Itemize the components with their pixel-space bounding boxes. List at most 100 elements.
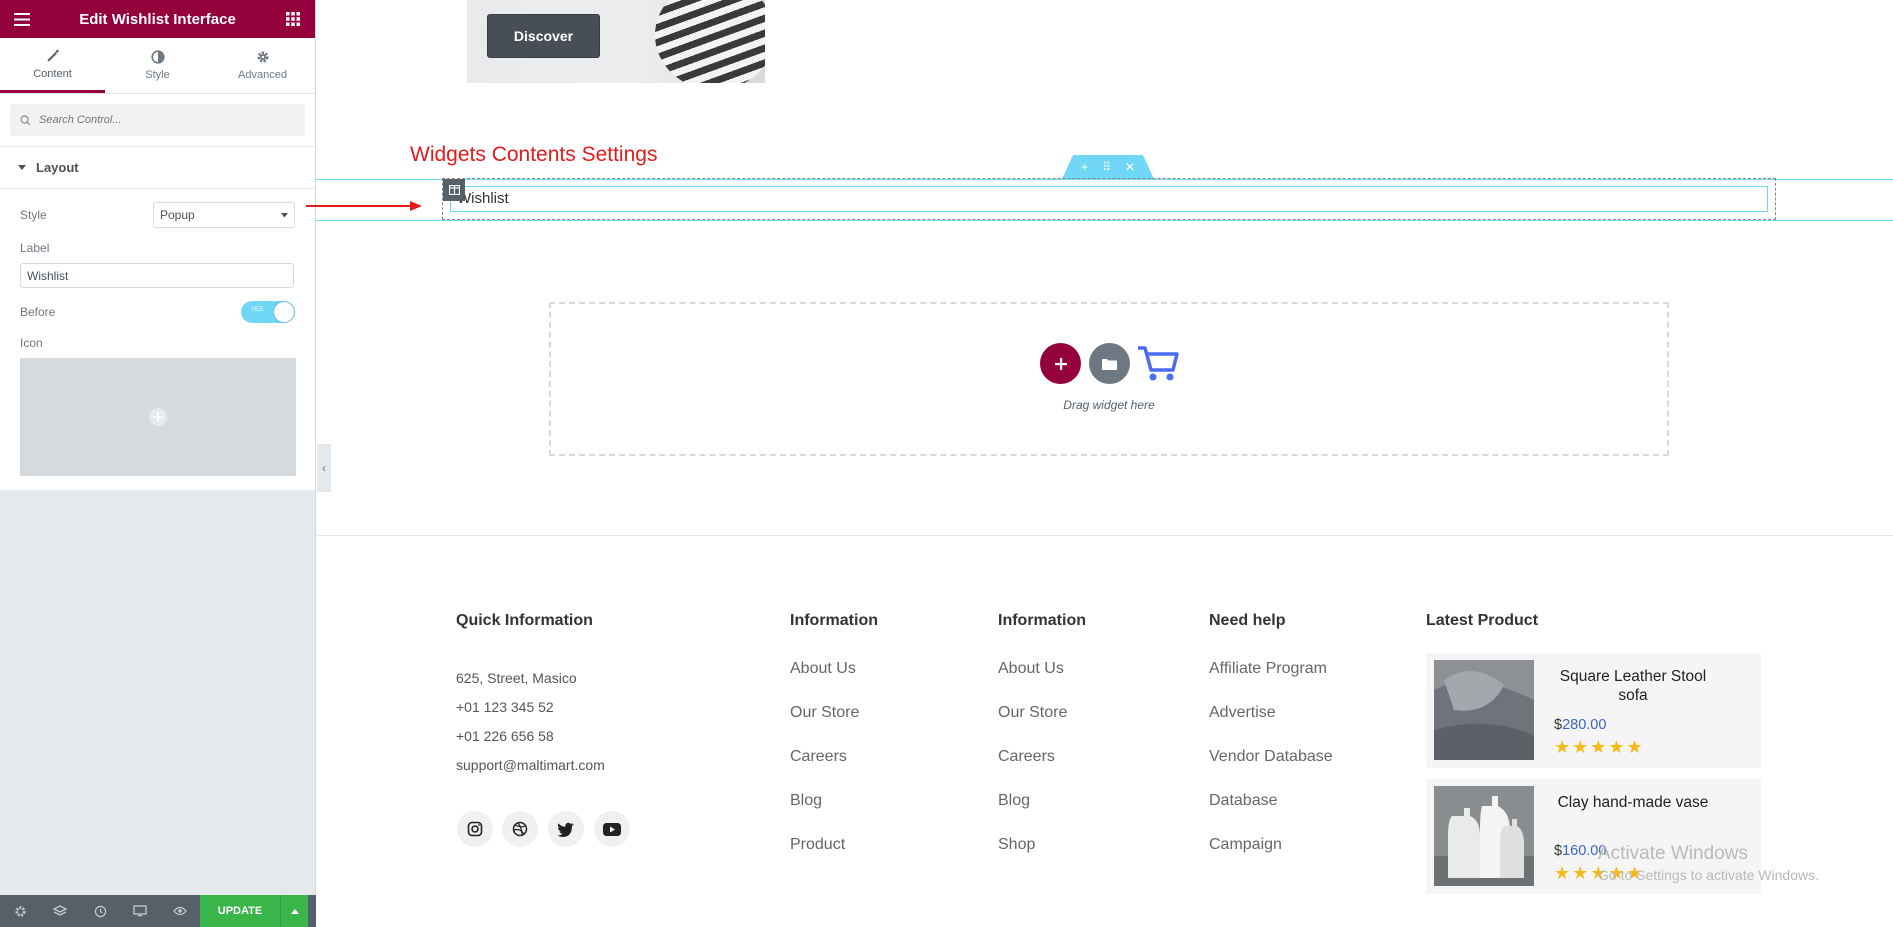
tab-label: Advanced xyxy=(238,69,287,81)
update-button[interactable]: UPDATE xyxy=(200,895,280,927)
section-border-bottom xyxy=(316,220,1893,221)
toggle-knob xyxy=(274,302,294,322)
section-handle[interactable]: + ⠿ ✕ xyxy=(1062,155,1154,179)
need-help-title: Need help xyxy=(1209,612,1286,629)
latest-product-title: Latest Product xyxy=(1426,612,1539,629)
responsive-icon[interactable] xyxy=(120,895,160,927)
tab-label: Content xyxy=(33,67,72,80)
sofa-product-image xyxy=(1434,660,1534,760)
footer-link[interactable]: Campaign xyxy=(1209,836,1282,854)
widgets-grid-icon[interactable] xyxy=(283,9,303,29)
youtube-icon[interactable] xyxy=(594,811,630,847)
product-card[interactable]: Square Leather Stool sofa $280.00 ★★★★★ xyxy=(1426,653,1761,768)
email-text[interactable]: support@maltimart.com xyxy=(456,757,605,773)
tab-advanced[interactable]: Advanced xyxy=(210,38,315,93)
pencil-icon xyxy=(47,48,59,61)
footer-link[interactable]: Blog xyxy=(790,792,822,810)
column-handle-icon[interactable] xyxy=(443,179,465,201)
add-template-button[interactable] xyxy=(1089,343,1130,384)
footer-link[interactable]: Database xyxy=(1209,792,1278,810)
eye-preview-icon[interactable] xyxy=(160,895,200,927)
hero-banner: Discover xyxy=(467,0,765,83)
plus-circle-icon xyxy=(149,408,167,426)
quick-info-title: Quick Information xyxy=(456,612,593,629)
star-rating-icon: ★★★★★ xyxy=(1554,737,1645,757)
plus-icon xyxy=(1054,357,1067,370)
update-options-icon[interactable] xyxy=(280,895,308,927)
caret-down-icon xyxy=(281,212,288,217)
label-control: Label xyxy=(20,241,295,288)
add-new-section-button[interactable] xyxy=(1040,343,1081,384)
tab-style[interactable]: Style xyxy=(105,38,210,93)
discover-button[interactable]: Discover xyxy=(487,14,600,58)
footer-link[interactable]: Blog xyxy=(998,792,1030,810)
style-value: Popup xyxy=(160,208,195,222)
product-price: $280.00 xyxy=(1554,717,1606,733)
footer-link[interactable]: Product xyxy=(790,836,845,854)
footer-link[interactable]: Our Store xyxy=(998,704,1067,722)
footer-link[interactable]: Careers xyxy=(998,748,1055,766)
search-control xyxy=(0,94,315,146)
address-text: 625, Street, Masico xyxy=(456,670,577,686)
caret-down-icon xyxy=(18,164,26,170)
sidebar-header: Edit Wishlist Interface xyxy=(0,0,315,38)
product-name[interactable]: Square Leather Stool sofa xyxy=(1548,667,1718,705)
style-label: Style xyxy=(20,208,47,222)
before-control: Before YES xyxy=(20,300,295,324)
footer-link[interactable]: About Us xyxy=(790,660,856,678)
before-toggle[interactable]: YES xyxy=(241,301,295,323)
hamburger-menu-icon[interactable] xyxy=(12,9,32,29)
icon-picker[interactable] xyxy=(20,358,296,476)
search-input[interactable] xyxy=(39,114,295,126)
drag-section-icon[interactable]: ⠿ xyxy=(1102,160,1111,174)
label-input[interactable] xyxy=(20,263,294,288)
section-layout-toggle[interactable]: Layout xyxy=(0,147,315,189)
search-icon xyxy=(20,114,31,125)
footer-link[interactable]: Affiliate Program xyxy=(1209,660,1327,678)
footer-link[interactable]: Careers xyxy=(790,748,847,766)
footer-link[interactable]: Advertise xyxy=(1209,704,1276,722)
twitter-icon[interactable] xyxy=(548,811,584,847)
tab-content[interactable]: Content xyxy=(0,38,105,93)
tab-label: Style xyxy=(145,69,170,81)
half-circle-icon xyxy=(150,50,165,64)
history-icon[interactable] xyxy=(80,895,120,927)
currency-symbol: $ xyxy=(1554,717,1563,733)
settings-icon[interactable] xyxy=(0,895,40,927)
currency-symbol: $ xyxy=(1554,843,1563,859)
footer-link[interactable]: Our Store xyxy=(790,704,859,722)
editor-sidebar: Edit Wishlist Interface Content Style Ad… xyxy=(0,0,316,927)
elementor-editor: Edit Wishlist Interface Content Style Ad… xyxy=(0,0,1893,927)
footer-link[interactable]: Vendor Database xyxy=(1209,748,1333,766)
instagram-icon[interactable] xyxy=(457,811,493,847)
icon-control: Icon xyxy=(20,336,296,476)
cart-widget-button[interactable] xyxy=(1136,343,1180,384)
toggle-text: YES xyxy=(251,307,264,313)
footer-link[interactable]: About Us xyxy=(998,660,1064,678)
footer-link[interactable]: Shop xyxy=(998,836,1035,854)
layers-icon[interactable] xyxy=(40,895,80,927)
drop-zone-text: Drag widget here xyxy=(1063,398,1155,412)
add-section-icon[interactable]: + xyxy=(1081,160,1088,174)
folder-icon xyxy=(1102,358,1117,370)
delete-section-icon[interactable]: ✕ xyxy=(1125,160,1135,174)
icon-label: Icon xyxy=(20,336,43,350)
phone-text: +01 226 656 58 xyxy=(456,728,554,744)
price-value: 280.00 xyxy=(1562,717,1607,733)
information-title: Information xyxy=(998,612,1086,629)
wishlist-widget[interactable]: Wishlist xyxy=(450,186,1768,212)
activate-windows-subtitle: Go to Settings to activate Windows. xyxy=(1598,867,1819,883)
style-select[interactable]: Popup xyxy=(153,202,295,228)
shopping-cart-icon xyxy=(1138,345,1179,380)
phone-text: +01 123 345 52 xyxy=(456,699,554,715)
layout-controls: Style Popup Label Before YES Icon xyxy=(0,189,315,490)
gear-icon xyxy=(257,51,268,63)
footer-divider xyxy=(316,535,1893,536)
annotation-label: Widgets Contents Settings xyxy=(410,143,658,166)
before-label: Before xyxy=(20,305,56,319)
product-name[interactable]: Clay hand-made vase xyxy=(1548,793,1718,812)
collapse-panel-chevron-icon[interactable]: ‹ xyxy=(317,444,331,492)
dribbble-icon[interactable] xyxy=(502,811,538,847)
panel-tabs: Content Style Advanced xyxy=(0,38,315,94)
information-title: Information xyxy=(790,612,878,629)
